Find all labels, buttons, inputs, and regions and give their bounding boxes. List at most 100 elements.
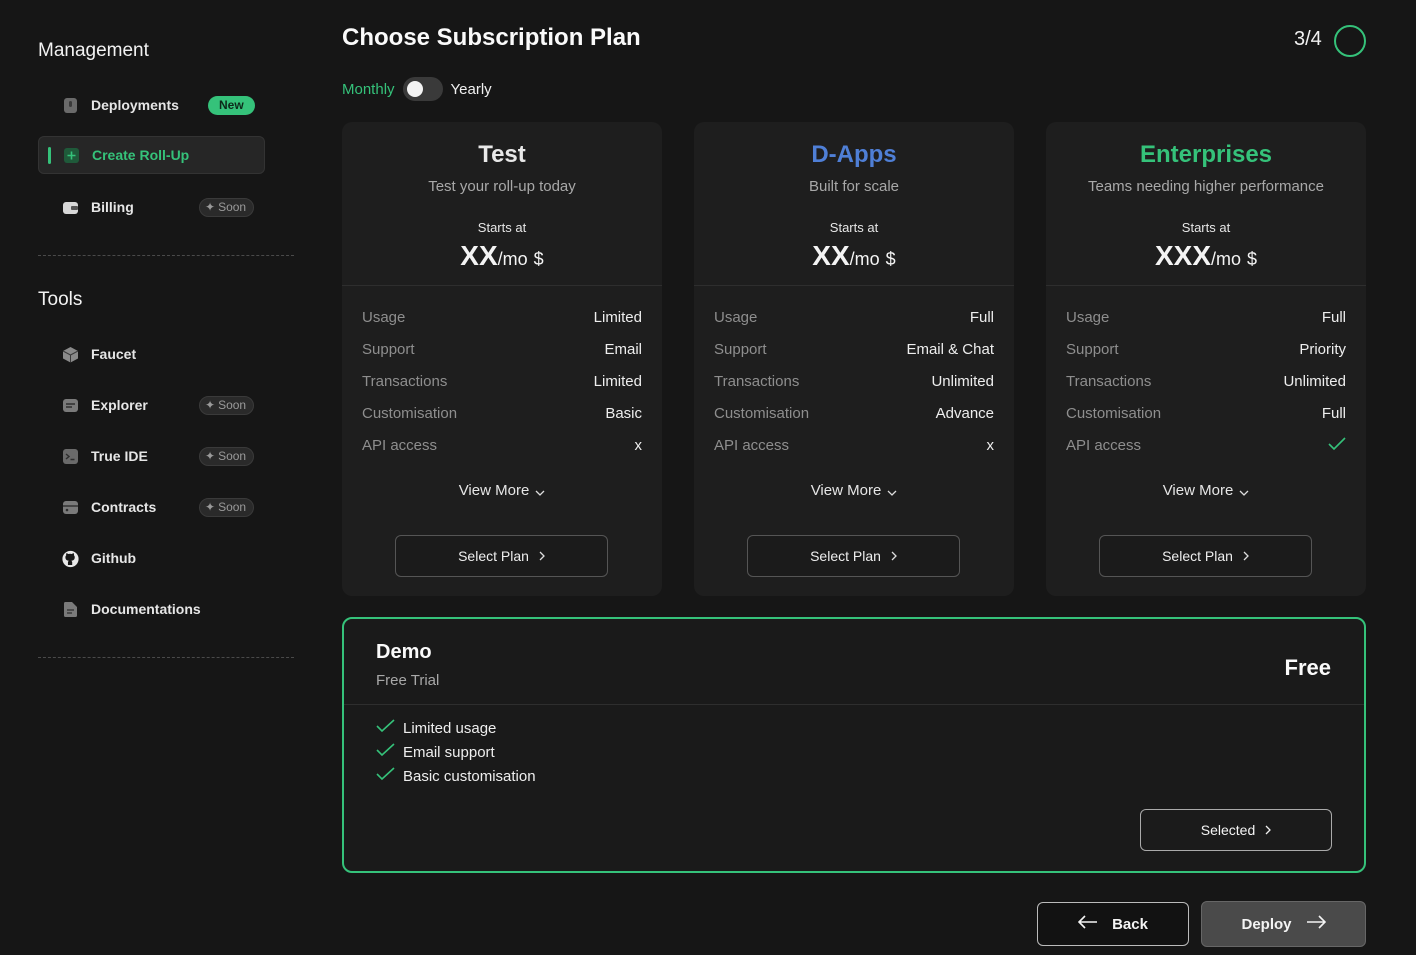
check-icon bbox=[1328, 437, 1346, 457]
plan-name: Test bbox=[478, 141, 526, 168]
terminal-icon bbox=[62, 448, 79, 465]
github-icon bbox=[62, 550, 79, 567]
feature-row: API access x bbox=[714, 437, 994, 454]
select-plan-button[interactable]: Select Plan bbox=[395, 535, 608, 577]
deploy-button[interactable]: Deploy bbox=[1201, 901, 1366, 947]
plan-description: Teams needing higher performance bbox=[1088, 178, 1324, 195]
document-icon bbox=[62, 601, 79, 618]
soon-badge: ✦ Soon bbox=[199, 396, 255, 415]
demo-feature: Basic customisation bbox=[376, 765, 536, 787]
feature-row: Support Priority bbox=[1066, 341, 1346, 358]
progress-ring-icon bbox=[1334, 25, 1366, 57]
sidebar-item-label: Explorer bbox=[91, 397, 148, 413]
plan-name: Enterprises bbox=[1139, 141, 1273, 168]
demo-plan-name: Demo bbox=[376, 641, 432, 663]
card-divider bbox=[694, 285, 1014, 286]
sidebar-item-label: Contracts bbox=[91, 499, 157, 515]
arrow-left-icon bbox=[1077, 915, 1098, 933]
sidebar-item-label: Billing bbox=[91, 199, 134, 215]
chevron-down-icon bbox=[535, 483, 545, 500]
select-plan-button[interactable]: Select Plan bbox=[747, 535, 960, 577]
sidebar-item-explorer[interactable]: Explorer ✦ Soon bbox=[38, 386, 265, 424]
arrow-right-icon bbox=[1306, 915, 1326, 933]
sidebar-item-deployments[interactable]: Deployments New bbox=[38, 86, 265, 124]
monthly-label[interactable]: Monthly bbox=[342, 81, 395, 98]
card-divider bbox=[1046, 285, 1366, 286]
starts-at-label: Starts at bbox=[477, 220, 527, 235]
check-icon bbox=[376, 767, 395, 785]
selected-button[interactable]: Selected bbox=[1140, 809, 1332, 851]
sidebar-item-label: Create Roll-Up bbox=[92, 147, 190, 163]
plus-square-icon bbox=[63, 147, 80, 164]
yearly-label[interactable]: Yearly bbox=[451, 81, 492, 98]
plan-price: XXX/mo $ bbox=[1154, 240, 1258, 271]
feature-row: Customisation Full bbox=[1066, 405, 1346, 422]
check-icon bbox=[376, 743, 395, 761]
starts-at-label: Starts at bbox=[829, 220, 879, 235]
sidebar-divider bbox=[38, 255, 294, 256]
feature-row: Support Email & Chat bbox=[714, 341, 994, 358]
view-more-button[interactable]: View More bbox=[1046, 482, 1366, 500]
page-title: Choose Subscription Plan bbox=[342, 24, 641, 51]
switch-knob bbox=[406, 81, 423, 97]
cube-icon bbox=[62, 346, 79, 363]
soon-badge: ✦ Soon bbox=[199, 498, 255, 517]
sparkle-icon: ✦ bbox=[205, 500, 216, 514]
card-divider bbox=[342, 285, 662, 286]
sidebar-item-label: Faucet bbox=[91, 346, 137, 362]
feature-row: Transactions Unlimited bbox=[1066, 373, 1346, 390]
step-indicator: 3/4 bbox=[1294, 28, 1322, 50]
demo-plan-price: Free bbox=[1284, 655, 1331, 680]
demo-feature: Limited usage bbox=[376, 717, 496, 739]
feature-row: Transactions Limited bbox=[362, 373, 642, 390]
sidebar-item-faucet[interactable]: Faucet bbox=[38, 335, 265, 373]
demo-feature: Email support bbox=[376, 741, 495, 763]
chevron-right-icon bbox=[1265, 822, 1272, 838]
sidebar-item-billing[interactable]: Billing ✦ Soon bbox=[38, 188, 265, 226]
plan-card-test: Test Test your roll-up today Starts at X… bbox=[342, 122, 662, 596]
feature-row: API access bbox=[1066, 437, 1346, 457]
sidebar-item-github[interactable]: Github bbox=[38, 539, 265, 577]
new-badge: New bbox=[208, 96, 255, 115]
demo-plan-subtitle: Free Trial bbox=[376, 672, 440, 689]
plan-price: XX/mo $ bbox=[812, 240, 896, 271]
plan-card-enterprises: Enterprises Teams needing higher perform… bbox=[1046, 122, 1366, 596]
plan-name: D-Apps bbox=[811, 141, 897, 168]
back-button[interactable]: Back bbox=[1037, 902, 1189, 946]
feature-row: Transactions Unlimited bbox=[714, 373, 994, 390]
deployments-icon bbox=[62, 97, 79, 114]
sidebar-item-label: Documentations bbox=[91, 601, 201, 617]
database-icon bbox=[62, 499, 79, 516]
plan-description: Built for scale bbox=[808, 178, 900, 195]
soon-badge: ✦ Soon bbox=[199, 447, 255, 466]
starts-at-label: Starts at bbox=[1181, 220, 1231, 235]
check-icon bbox=[376, 719, 395, 737]
billing-period-switch[interactable] bbox=[402, 77, 443, 101]
sidebar-item-true-ide[interactable]: True IDE ✦ Soon bbox=[38, 437, 265, 475]
plan-card-demo[interactable]: Demo Free Trial Free Limited usage Email… bbox=[342, 617, 1366, 873]
sidebar-item-contracts[interactable]: Contracts ✦ Soon bbox=[38, 488, 265, 526]
chevron-right-icon bbox=[1243, 548, 1249, 564]
sidebar-item-label: True IDE bbox=[91, 448, 148, 464]
view-more-button[interactable]: View More bbox=[694, 482, 1014, 500]
sparkle-icon: ✦ bbox=[205, 449, 216, 463]
plan-price: XX/mo $ bbox=[460, 240, 544, 271]
chevron-down-icon bbox=[887, 483, 897, 500]
chevron-down-icon bbox=[1239, 483, 1249, 500]
view-more-button[interactable]: View More bbox=[342, 482, 662, 500]
sparkle-icon: ✦ bbox=[205, 200, 216, 214]
sidebar-item-create-roll-up[interactable]: Create Roll-Up bbox=[38, 136, 265, 174]
tools-title: Tools bbox=[38, 289, 83, 310]
feature-row: Customisation Advance bbox=[714, 405, 994, 422]
feature-row: Support Email bbox=[362, 341, 642, 358]
sidebar-item-label: Github bbox=[91, 550, 137, 566]
feature-row: Usage Limited bbox=[362, 309, 642, 326]
select-plan-button[interactable]: Select Plan bbox=[1099, 535, 1312, 577]
feature-row: API access x bbox=[362, 437, 642, 454]
sidebar-item-label: Deployments bbox=[91, 97, 179, 113]
chevron-right-icon bbox=[539, 548, 545, 564]
plan-description: Test your roll-up today bbox=[428, 178, 576, 195]
sidebar-item-documentations[interactable]: Documentations bbox=[38, 590, 265, 628]
wallet-icon bbox=[62, 199, 79, 216]
plan-card-d-apps: D-Apps Built for scale Starts at XX/mo $ … bbox=[694, 122, 1014, 596]
